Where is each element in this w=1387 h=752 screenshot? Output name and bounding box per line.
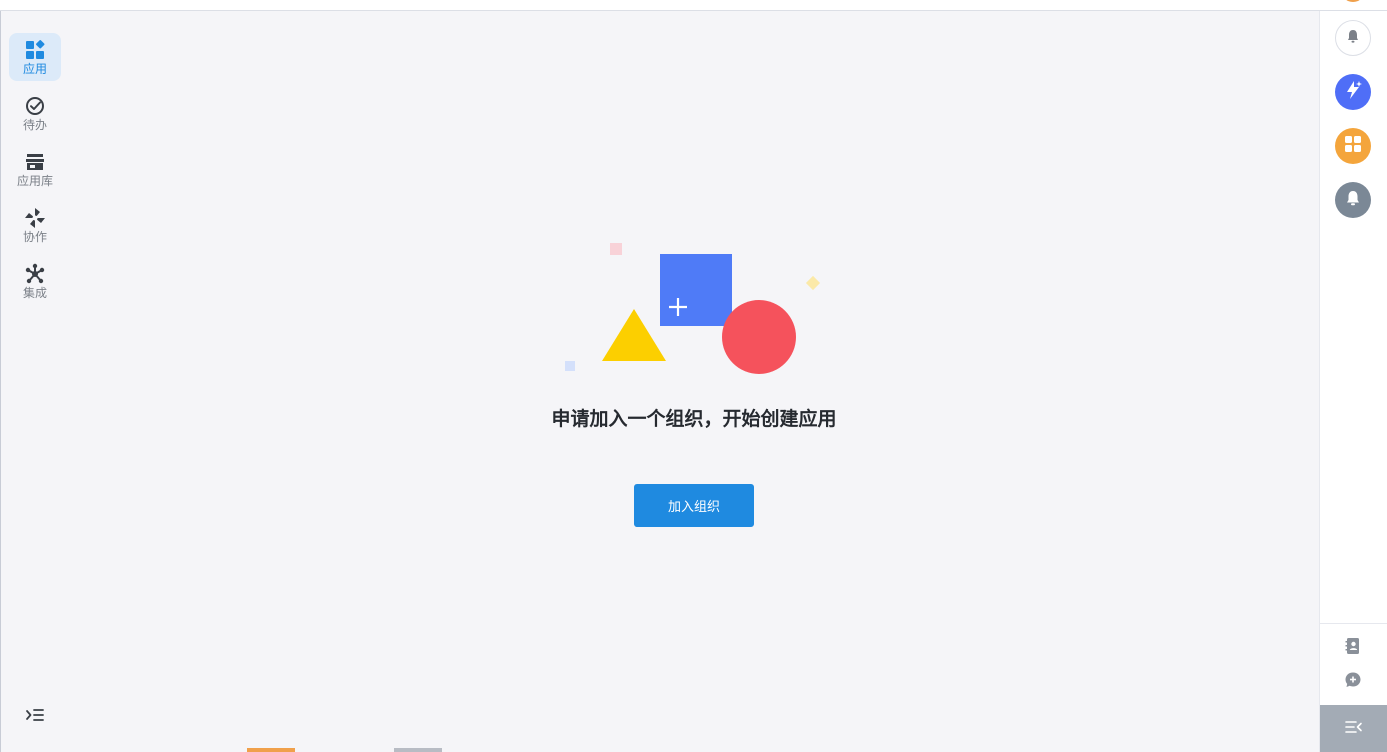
new-chat-button[interactable]	[1344, 671, 1362, 693]
sidebar-item-app-store[interactable]: 应用库	[9, 145, 61, 193]
apps-icon	[24, 39, 46, 61]
chat-add-icon	[1344, 671, 1362, 693]
join-organization-button[interactable]: 加入组织	[634, 484, 754, 527]
sidebar-item-collab[interactable]: 协作	[9, 201, 61, 249]
taskbar-indicator	[394, 748, 442, 752]
sidebar-item-label: 集成	[22, 285, 47, 300]
bell-icon	[1343, 188, 1363, 212]
ai-assistant-button[interactable]	[1335, 74, 1371, 110]
integration-icon	[24, 263, 46, 285]
sidebar-item-apps[interactable]: 应用	[9, 33, 61, 81]
create-shapes-illustration	[559, 221, 839, 381]
empty-state-title: 申请加入一个组织，开始创建应用	[551, 408, 837, 430]
menu-collapse-icon[interactable]	[25, 705, 45, 725]
collapse-right-panel-button[interactable]	[1320, 705, 1387, 752]
left-sidebar: 应用 待办 应用库 协作 集成	[1, 11, 69, 752]
collapse-right-icon	[1345, 719, 1363, 738]
apps-grid-button[interactable]	[1335, 128, 1371, 164]
divider	[1320, 623, 1387, 624]
main-content: 申请加入一个组织，开始创建应用 加入组织	[69, 11, 1319, 752]
sidebar-item-label: 待办	[22, 117, 47, 132]
user-avatar[interactable]	[1341, 0, 1365, 2]
sidebar-item-todo[interactable]: 待办	[9, 89, 61, 137]
bell-outline-icon	[1345, 28, 1361, 48]
check-circle-icon	[24, 95, 46, 117]
notification-button[interactable]	[1335, 20, 1371, 56]
grid-apps-icon	[1343, 134, 1363, 158]
right-rail	[1319, 11, 1387, 752]
contacts-button[interactable]	[1344, 637, 1362, 659]
store-icon	[24, 151, 46, 173]
contacts-icon	[1345, 637, 1361, 659]
reminders-button[interactable]	[1335, 182, 1371, 218]
sidebar-item-label: 应用库	[16, 173, 53, 188]
sidebar-item-integration[interactable]: 集成	[9, 257, 61, 305]
app-window: 应用 待办 应用库 协作 集成 申请加入一个组织，开始创建应用 加入组织	[0, 0, 1387, 752]
sidebar-item-label: 协作	[22, 229, 47, 244]
taskbar-indicator	[247, 748, 295, 752]
top-bar	[0, 0, 1387, 11]
ai-spark-icon	[1342, 79, 1364, 105]
pinwheel-icon	[24, 207, 46, 229]
sidebar-item-label: 应用	[22, 61, 47, 76]
